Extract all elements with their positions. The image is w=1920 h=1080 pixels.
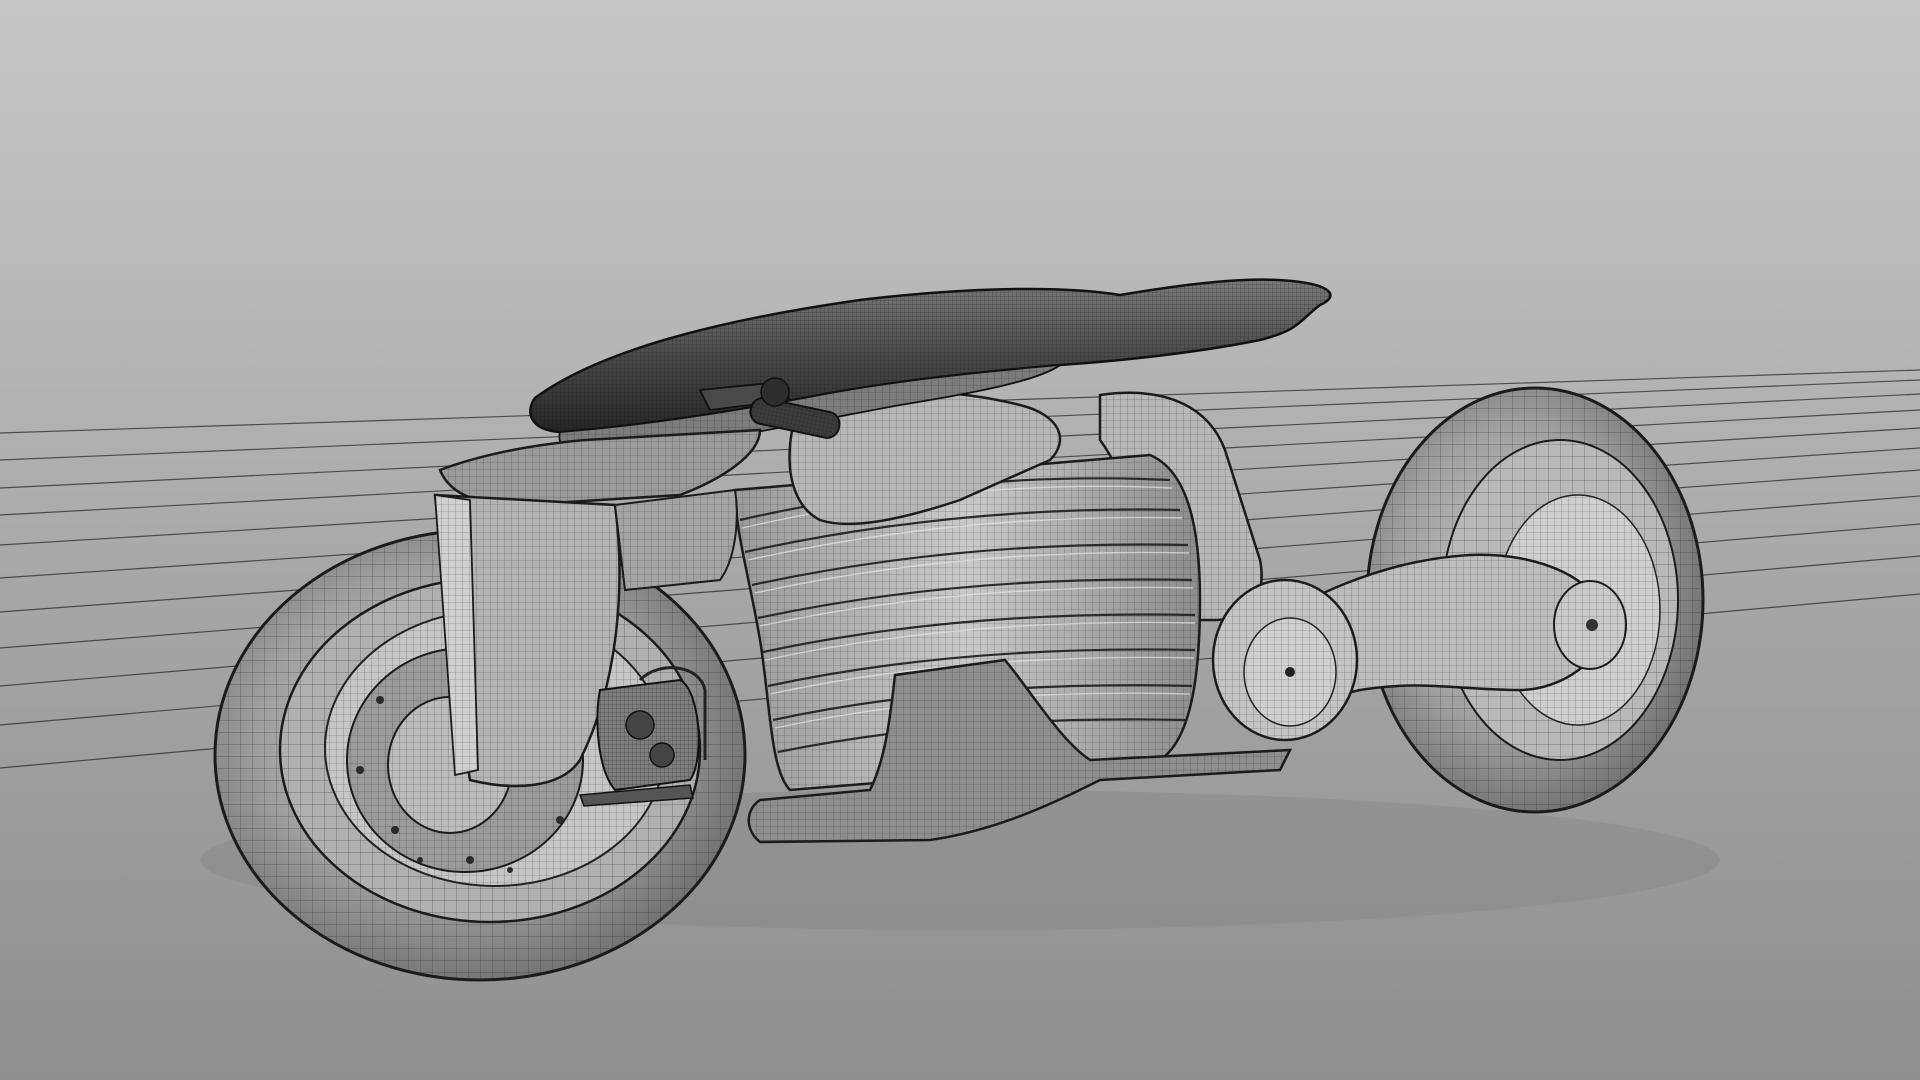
motorcycle-scene bbox=[0, 0, 1920, 1080]
render-viewport[interactable] bbox=[0, 0, 1920, 1080]
rear-hub bbox=[1211, 578, 1359, 742]
front-frame-link bbox=[613, 488, 738, 592]
